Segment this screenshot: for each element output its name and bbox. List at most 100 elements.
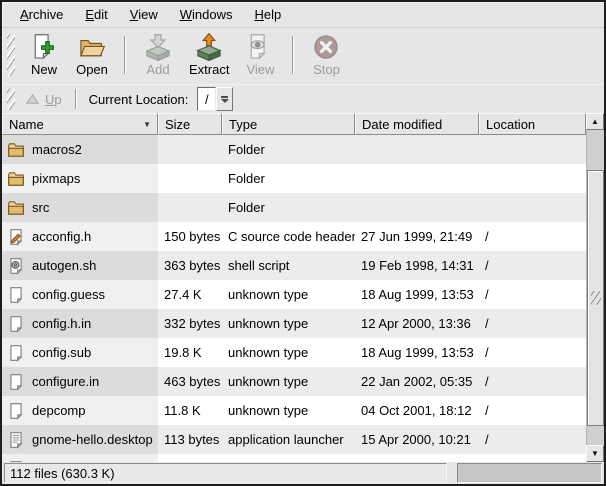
file-location: / (479, 396, 586, 425)
scrollbar-thumb-grip-icon (591, 291, 601, 305)
file-location: / (479, 222, 586, 251)
new-button[interactable]: New (20, 32, 68, 78)
current-location-label: Current Location: (89, 92, 189, 107)
toolbar: NewOpen Add ExtractView Stop (2, 28, 604, 84)
scrollbar-thumb[interactable] (587, 170, 604, 426)
column-header-size[interactable]: Size (158, 113, 222, 135)
file-size (158, 193, 222, 222)
file-name: acconfig.h (32, 229, 91, 244)
combo-arrow-icon (221, 96, 228, 98)
up-button[interactable]: Up (20, 90, 70, 109)
file-location: / (479, 280, 586, 309)
file-type: Folder (222, 135, 355, 164)
file-type: shell script (222, 251, 355, 280)
table-row[interactable]: autogen.sh 363 bytesshell script19 Feb 19… (2, 251, 586, 280)
add-files-icon (144, 33, 172, 61)
table-row[interactable]: configure.in463 bytesunknown type22 Jan … (2, 367, 586, 396)
table-row[interactable]: depcomp11.8 Kunknown type04 Oct 2001, 18… (2, 396, 586, 425)
locationbar-drag-handle[interactable] (7, 88, 15, 110)
file-size: 363 bytes (158, 251, 222, 280)
file-size: 150 bytes (158, 222, 222, 251)
file-size (158, 164, 222, 193)
extract-button[interactable]: Extract (182, 32, 236, 78)
location-combo-entry[interactable]: / (197, 87, 216, 111)
location-combo-dropdown-button[interactable] (216, 87, 233, 111)
column-header-label: Location (486, 117, 579, 132)
document-icon (7, 373, 25, 391)
location-combo: / (197, 87, 233, 111)
status-message-area: 112 files (630.3 K) (4, 463, 447, 483)
file-name-cell: acconfig.h (2, 222, 158, 251)
table-row[interactable]: acconfig.h150 bytesC source code header2… (2, 222, 586, 251)
file-type: unknown type (222, 309, 355, 338)
column-header-label: Size (165, 117, 215, 132)
table-row[interactable]: macros2 Folder (2, 135, 586, 164)
add-button[interactable]: Add (134, 32, 182, 78)
menu-label: View (130, 7, 158, 22)
file-date-modified: 19 Feb 1998, 14:31 (355, 251, 479, 280)
table-row[interactable]: config.guess27.4 Kunknown type18 Aug 199… (2, 280, 586, 309)
file-size: 463 bytes (158, 367, 222, 396)
column-header-label: Name (9, 117, 139, 132)
column-header-type[interactable]: Type (222, 113, 355, 135)
file-name-cell: pixmaps (2, 164, 158, 193)
menu-windows[interactable]: Windows (169, 2, 244, 27)
file-size (158, 135, 222, 164)
file-size: 11.8 K (158, 396, 222, 425)
scrollbar-trough[interactable] (586, 130, 604, 445)
file-type: Folder (222, 164, 355, 193)
file-location (479, 164, 586, 193)
scrollbar-down-button[interactable]: ▼ (586, 445, 604, 462)
file-type: unknown type (222, 338, 355, 367)
menu-label: Edit (85, 7, 107, 22)
stop-button[interactable]: Stop (302, 32, 350, 78)
file-name-cell: macros2 (2, 135, 158, 164)
toolbar-button-label: Add (146, 62, 169, 77)
status-text: 112 files (630.3 K) (10, 466, 115, 481)
file-date-modified (355, 135, 479, 164)
locationbar-separator (75, 89, 77, 109)
menu-view[interactable]: View (119, 2, 169, 27)
file-name-cell: config.guess (2, 280, 158, 309)
column-header-date-modified[interactable]: Date modified (355, 113, 479, 135)
toolbar-separator (292, 36, 294, 74)
view-button[interactable]: View (236, 32, 284, 78)
combo-arrow-triangle-icon (221, 99, 229, 103)
scrollbar-up-button[interactable]: ▲ (586, 113, 604, 130)
table-row[interactable]: config.h.in332 bytesunknown type12 Apr 2… (2, 309, 586, 338)
menu-label: Help (254, 7, 281, 22)
file-name-cell: install-sh (2, 454, 158, 462)
menu-help[interactable]: Help (243, 2, 292, 27)
file-name-cell: gnome-hello.desktop (2, 425, 158, 454)
column-header-location[interactable]: Location (479, 113, 586, 135)
file-type: C source code header (222, 222, 355, 251)
open-button[interactable]: Open (68, 32, 116, 78)
table-row[interactable]: install-sh5.5 Kunknown type04 Oct 2001, … (2, 454, 586, 462)
folder-icon (7, 141, 25, 159)
menu-label: Archive (20, 7, 63, 22)
extract-icon (195, 33, 223, 61)
menu-archive[interactable]: Archive (9, 2, 74, 27)
file-name-cell: configure.in (2, 367, 158, 396)
file-size: 27.4 K (158, 280, 222, 309)
menu-edit[interactable]: Edit (74, 2, 118, 27)
file-name: pixmaps (32, 171, 80, 186)
table-row[interactable]: config.sub19.8 Kunknown type18 Aug 1999,… (2, 338, 586, 367)
table-row[interactable]: pixmaps Folder (2, 164, 586, 193)
location-value: / (205, 92, 209, 107)
toolbar-drag-handle[interactable] (7, 34, 15, 76)
file-name: gnome-hello.desktop (32, 432, 153, 447)
column-header-name[interactable]: Name▼ (2, 113, 158, 135)
file-location (479, 135, 586, 164)
file-location: / (479, 251, 586, 280)
file-list: Name▼SizeTypeDate modifiedLocation macro… (2, 113, 604, 462)
column-header-label: Type (229, 117, 348, 132)
file-name: autogen.sh (32, 258, 96, 273)
table-row[interactable]: gnome-hello.desktop113 bytesapplication … (2, 425, 586, 454)
document-icon (7, 286, 25, 304)
status-progress-area (457, 463, 602, 483)
file-list-header: Name▼ Size Type Date modified Location (2, 113, 586, 135)
table-row[interactable]: srcFolder (2, 193, 586, 222)
menubar: Archive Edit View Windows Help (2, 2, 604, 28)
new-archive-icon (30, 33, 58, 61)
